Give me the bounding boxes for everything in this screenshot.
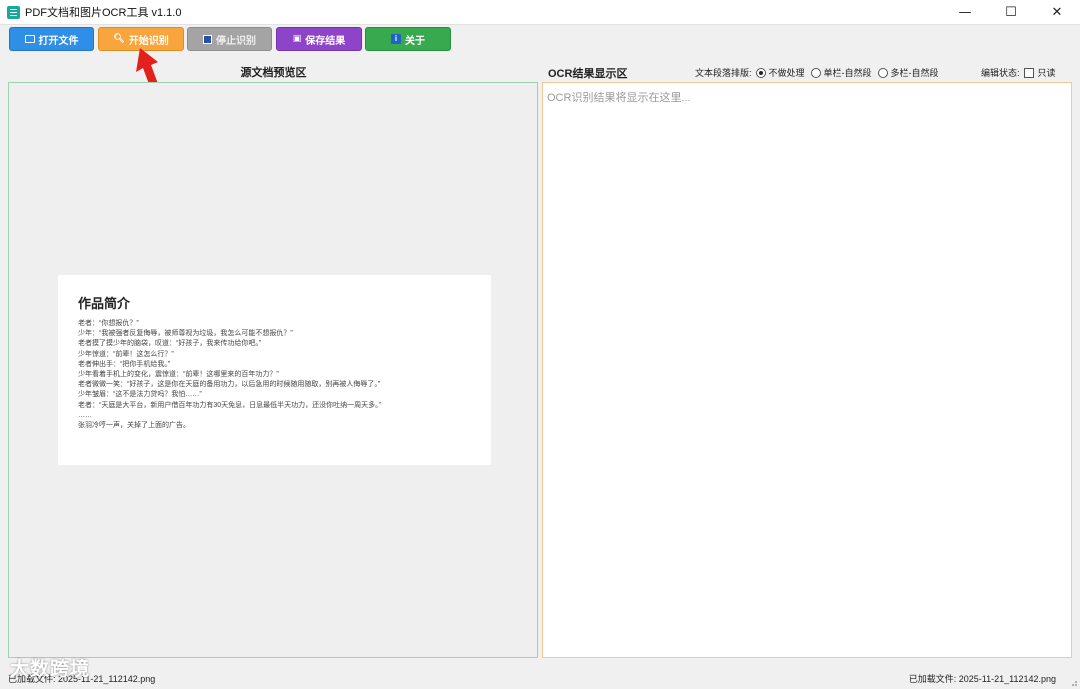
app-icon: [7, 5, 20, 19]
document-line: 少年看着手机上的变化，震惊道：“前辈！这哪里来的百年功力？”: [78, 371, 279, 379]
ocr-result-textarea[interactable]: OCR识别结果将显示在这里...: [542, 82, 1072, 658]
document-line: 老者：“天庭是大平台，新用户借百年功力有30天免息，日息最低半天功力，还没你吐纳…: [78, 401, 381, 409]
window-title: PDF文档和图片OCR工具 v1.1.0: [25, 7, 182, 19]
document-line: 老者微微一笑：“好孩子，这是你在天庭的备用功力，以后急用的时候随用随取，别再被人…: [78, 381, 381, 389]
open-file-button[interactable]: 打开文件: [9, 27, 94, 51]
save-result-label: 保存结果: [305, 35, 346, 47]
edit-state: 编辑状态: 只读: [981, 66, 1056, 79]
about-label: 关于: [405, 35, 425, 47]
stop-ocr-label: 停止识别: [216, 35, 256, 47]
layout-option-multi-column[interactable]: 多栏-自然段: [877, 66, 939, 79]
layout-option-label: 不做处理: [768, 68, 805, 78]
resize-grip-icon[interactable]: [1068, 677, 1078, 687]
document-line: 张羽冷哼一声，关掉了上面的广告。: [78, 422, 190, 430]
layout-label: 文本段落排版:: [695, 68, 752, 78]
maximize-button[interactable]: ☐: [988, 0, 1034, 25]
readonly-label: 只读: [1037, 68, 1056, 78]
document-line: ……: [78, 411, 92, 419]
document-text: 老者：“你想报仇？” 少年：“我被强者反复侮辱，被师尊视为垃圾，我怎么可能不想报…: [78, 319, 483, 431]
save-icon: ▣: [292, 34, 302, 44]
info-icon: i: [391, 34, 401, 44]
preview-header: 源文档预览区: [240, 67, 307, 79]
radio-icon[interactable]: [755, 67, 766, 78]
radio-icon[interactable]: [877, 67, 888, 78]
about-button[interactable]: i 关于: [365, 27, 451, 51]
start-ocr-label: 开始识别: [128, 35, 169, 47]
document-line: 老者伸出手：“把你手机给我。”: [78, 360, 171, 368]
document-line: 少年：“我被强者反复侮辱，被师尊视为垃圾，我怎么可能不想报仇？”: [78, 330, 293, 338]
watermark: 大数跨境: [10, 659, 91, 680]
document-preview-panel: 作品简介 老者：“你想报仇？” 少年：“我被强者反复侮辱，被师尊视为垃圾，我怎么…: [8, 82, 538, 658]
stop-icon: [203, 34, 212, 44]
title-bar: PDF文档和图片OCR工具 v1.1.0 — ☐ ✕: [0, 0, 1080, 25]
result-placeholder: OCR识别结果将显示在这里...: [547, 92, 691, 104]
readonly-checkbox[interactable]: [1023, 67, 1034, 78]
layout-options: 文本段落排版: 不做处理 单栏-自然段 多栏-自然段: [695, 66, 941, 79]
stop-ocr-button[interactable]: 停止识别: [187, 27, 272, 51]
minimize-button[interactable]: —: [942, 0, 988, 25]
layout-option-single-column[interactable]: 单栏-自然段: [810, 66, 872, 79]
radio-icon[interactable]: [810, 67, 821, 78]
folder-icon: [24, 35, 35, 43]
save-result-button[interactable]: ▣ 保存结果: [276, 27, 362, 51]
document-title: 作品简介: [78, 296, 131, 311]
ocr-result-header: OCR结果显示区: [548, 68, 628, 80]
document-line: 老者摸了摸少年的脑袋，叹道：“好孩子，我来传功给你吧。”: [78, 340, 262, 348]
layout-option-label: 单栏-自然段: [823, 68, 872, 78]
close-button[interactable]: ✕: [1034, 0, 1080, 25]
edit-state-label: 编辑状态:: [981, 68, 1020, 78]
document-line: 老者：“你想报仇？”: [78, 320, 139, 327]
document-line: 少年皱眉：“这不是法力贷吗？我怕……”: [78, 391, 202, 399]
document-image: 作品简介 老者：“你想报仇？” 少年：“我被强者反复侮辱，被师尊视为垃圾，我怎么…: [58, 275, 491, 465]
search-icon: 🔍︎: [113, 34, 125, 44]
document-line: 少年惊道：“前辈！这怎么行？”: [78, 350, 174, 358]
open-file-label: 打开文件: [38, 35, 79, 47]
window-controls: — ☐ ✕: [942, 0, 1080, 25]
layout-option-none[interactable]: 不做处理: [755, 66, 805, 79]
layout-option-label: 多栏-自然段: [890, 68, 939, 78]
status-right: 已加载文件: 2025-11-21_112142.png: [908, 674, 1056, 684]
